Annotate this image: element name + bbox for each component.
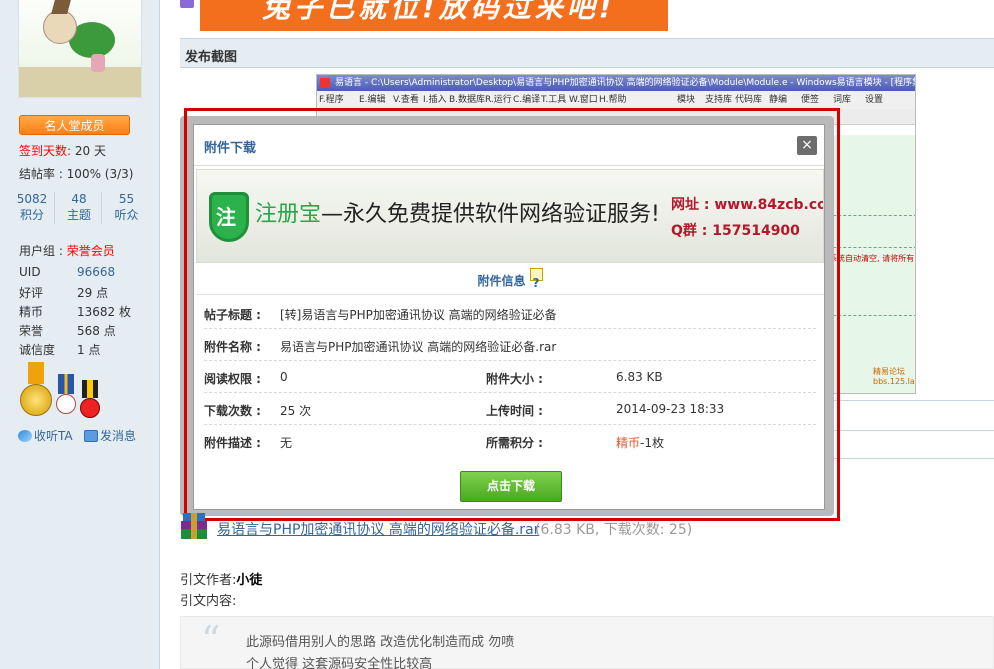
top-banner[interactable]: 兔子已就位!放码过来吧! (200, 0, 668, 31)
avatar[interactable] (18, 0, 142, 98)
quote-line: 个人觉得 这套源码安全性比较高 (246, 657, 433, 669)
follow-icon (18, 430, 32, 442)
profile-row-credit: 诚信度 1 点 (19, 341, 149, 357)
ide-red-text: 系统自动清空, 请将所有 (829, 254, 915, 263)
red-medal-icon[interactable] (80, 398, 100, 418)
stat-threads-label: 主题 (66, 208, 91, 222)
usergroup: 用户组 : 荣誉会员 (19, 242, 115, 259)
medal-ribbon-icon (82, 380, 98, 398)
profile-key: 精币 (19, 305, 44, 319)
banner-text: 兔子已就位!放码过来吧! (262, 0, 616, 24)
checkin-label: 签到天数: (19, 144, 72, 158)
stat-threads-num: 48 (71, 192, 87, 206)
attachment-link[interactable]: 易语言与PHP加密通讯协议 高端的网络验证必备.rar (217, 519, 539, 539)
profile-value: 13682 枚 (77, 305, 131, 319)
medal-ribbon-icon (28, 362, 44, 384)
ide-title-bar: 易语言 - C:\Users\Administrator\Desktop\易语言… (317, 75, 915, 91)
message-link[interactable]: 发消息 (84, 427, 136, 444)
profile-value[interactable]: 96668 (77, 265, 115, 279)
profile-row-coins: 精币 13682 枚 (19, 303, 149, 319)
stat-points[interactable]: 5082 积分 (10, 192, 55, 224)
ide-menu-item: 词库 (833, 95, 852, 105)
rank-badge[interactable]: 名人堂成员 (19, 115, 130, 135)
ide-menu-bar: F.程序 E.编辑 V.查看 I.插入 B.数据库 R.运行 C.编译 T.工具… (317, 91, 915, 109)
message-label: 发消息 (100, 429, 137, 443)
ide-menu-item: C.编译 (513, 95, 541, 105)
ide-menu-item: 设置 (865, 95, 884, 105)
checkin-days: 签到天数: 20 天 (19, 142, 106, 159)
star-medal-icon[interactable] (56, 394, 76, 414)
section-header: 发布截图 (180, 38, 994, 68)
stat-followers[interactable]: 55 听众 (104, 192, 149, 224)
profile-key: 诚信度 (19, 343, 56, 357)
highlight-frame (184, 108, 840, 521)
profile-key: 荣誉 (19, 324, 44, 338)
profile-value: 568 点 (77, 324, 116, 338)
user-stats: 5082 积分 48 主题 55 听众 (10, 192, 150, 226)
ide-menu-item: 模块 (677, 95, 696, 105)
checkin-value: 20 天 (71, 144, 106, 158)
follow-link[interactable]: 收听TA (18, 427, 73, 444)
ide-menu-item: V.查看 (393, 95, 419, 105)
ide-menu-item: 便签 (801, 95, 820, 105)
quote-content-label: 引文内容: (180, 594, 237, 609)
usergroup-value[interactable]: 荣誉会员 (67, 244, 115, 258)
ide-menu-item: 静编 (769, 95, 788, 105)
medals (18, 362, 118, 418)
profile-row-uid: UID 96668 (19, 265, 149, 281)
ide-menu-item: E.编辑 (359, 95, 386, 105)
ide-menu-item: F.程序 (319, 95, 344, 105)
ide-menu-item: R.运行 (485, 95, 512, 105)
ide-forum-watermark: 精易论坛 (873, 367, 905, 376)
ide-forum-url: bbs.125.la (873, 377, 915, 386)
medal-ribbon-icon (58, 374, 74, 394)
rar-file-icon (181, 513, 209, 541)
profile-value: 1 点 (77, 343, 101, 357)
usergroup-label: 用户组 : (19, 244, 67, 258)
sidebar-actions: 收听TA 发消息 (18, 427, 158, 443)
profile-key: UID (19, 265, 41, 279)
stat-followers-num: 55 (118, 192, 135, 206)
avatar-figure-head (43, 10, 77, 44)
quote-line: 此源码借用别人的思路 改造优化制造而成 勿喷 (246, 635, 515, 650)
profile-row-rating: 好评 29 点 (19, 284, 149, 300)
quote-author-label: 引文作者: (180, 573, 237, 588)
section-title: 发布截图 (185, 50, 238, 65)
stat-points-num: 5082 (16, 192, 48, 206)
tag-icon (180, 0, 194, 8)
ide-menu-item: 支持库 (705, 95, 733, 105)
stat-points-label: 积分 (19, 208, 44, 222)
post-rate: 结帖率 : 100% (3/3) (19, 167, 134, 181)
avatar-ground (19, 67, 141, 97)
ide-menu-item: I.插入 (423, 95, 447, 105)
stat-followers-label: 听众 (114, 208, 139, 222)
rar-strap (191, 513, 197, 539)
profile-row-honor: 荣誉 568 点 (19, 322, 149, 338)
quote-author: 引文作者:小徒 (180, 569, 262, 588)
profile-key: 好评 (19, 286, 44, 300)
ide-menu-item: H.帮助 (599, 95, 627, 105)
envelope-icon (84, 430, 98, 442)
stat-threads[interactable]: 48 主题 (57, 192, 102, 224)
profile-sidebar: 名人堂成员 签到天数: 20 天 结帖率 : 100% (3/3) 5082 积… (0, 0, 160, 669)
ide-menu-item: W.窗口 (569, 95, 598, 105)
profile-value: 29 点 (77, 286, 109, 300)
ide-menu-item: T.工具 (541, 95, 567, 105)
quote-author-name: 小徒 (236, 573, 263, 588)
gold-medal-icon[interactable] (20, 384, 52, 416)
ide-menu-item: B.数据库 (449, 95, 486, 105)
attachment-meta: (6.83 KB, 下载次数: 25) (535, 522, 693, 538)
ide-menu-item: 代码库 (735, 95, 763, 105)
avatar-figure-leg (91, 54, 105, 72)
follow-label: 收听TA (34, 429, 73, 443)
quote-mark-icon: “ (201, 618, 221, 662)
quote-box: “ 此源码借用别人的思路 改造优化制造而成 勿喷 个人觉得 这套源码安全性比较高 (180, 616, 994, 669)
